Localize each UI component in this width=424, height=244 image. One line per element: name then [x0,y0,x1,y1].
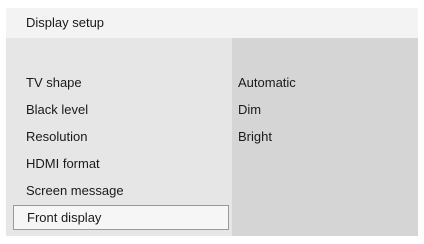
settings-menu: TV shape Black level Resolution HDMI for… [6,38,232,236]
menu-item-front-display[interactable]: Front display [13,205,229,230]
menu-item-screen-message[interactable]: Screen message [13,178,229,203]
option-automatic[interactable]: Automatic [238,70,296,95]
option-dim[interactable]: Dim [238,97,261,122]
menu-item-hdmi-format[interactable]: HDMI format [13,151,229,176]
menu-item-black-level[interactable]: Black level [13,97,229,122]
options-list: Automatic Dim Bright [232,38,418,236]
menu-item-tv-shape[interactable]: TV shape [13,70,229,95]
menu-item-resolution[interactable]: Resolution [13,124,229,149]
title-bar: Display setup [6,8,418,38]
panel-title: Display setup [26,15,105,30]
display-setup-panel: Display setup TV shape Black level Resol… [6,8,418,236]
option-bright[interactable]: Bright [238,124,272,149]
